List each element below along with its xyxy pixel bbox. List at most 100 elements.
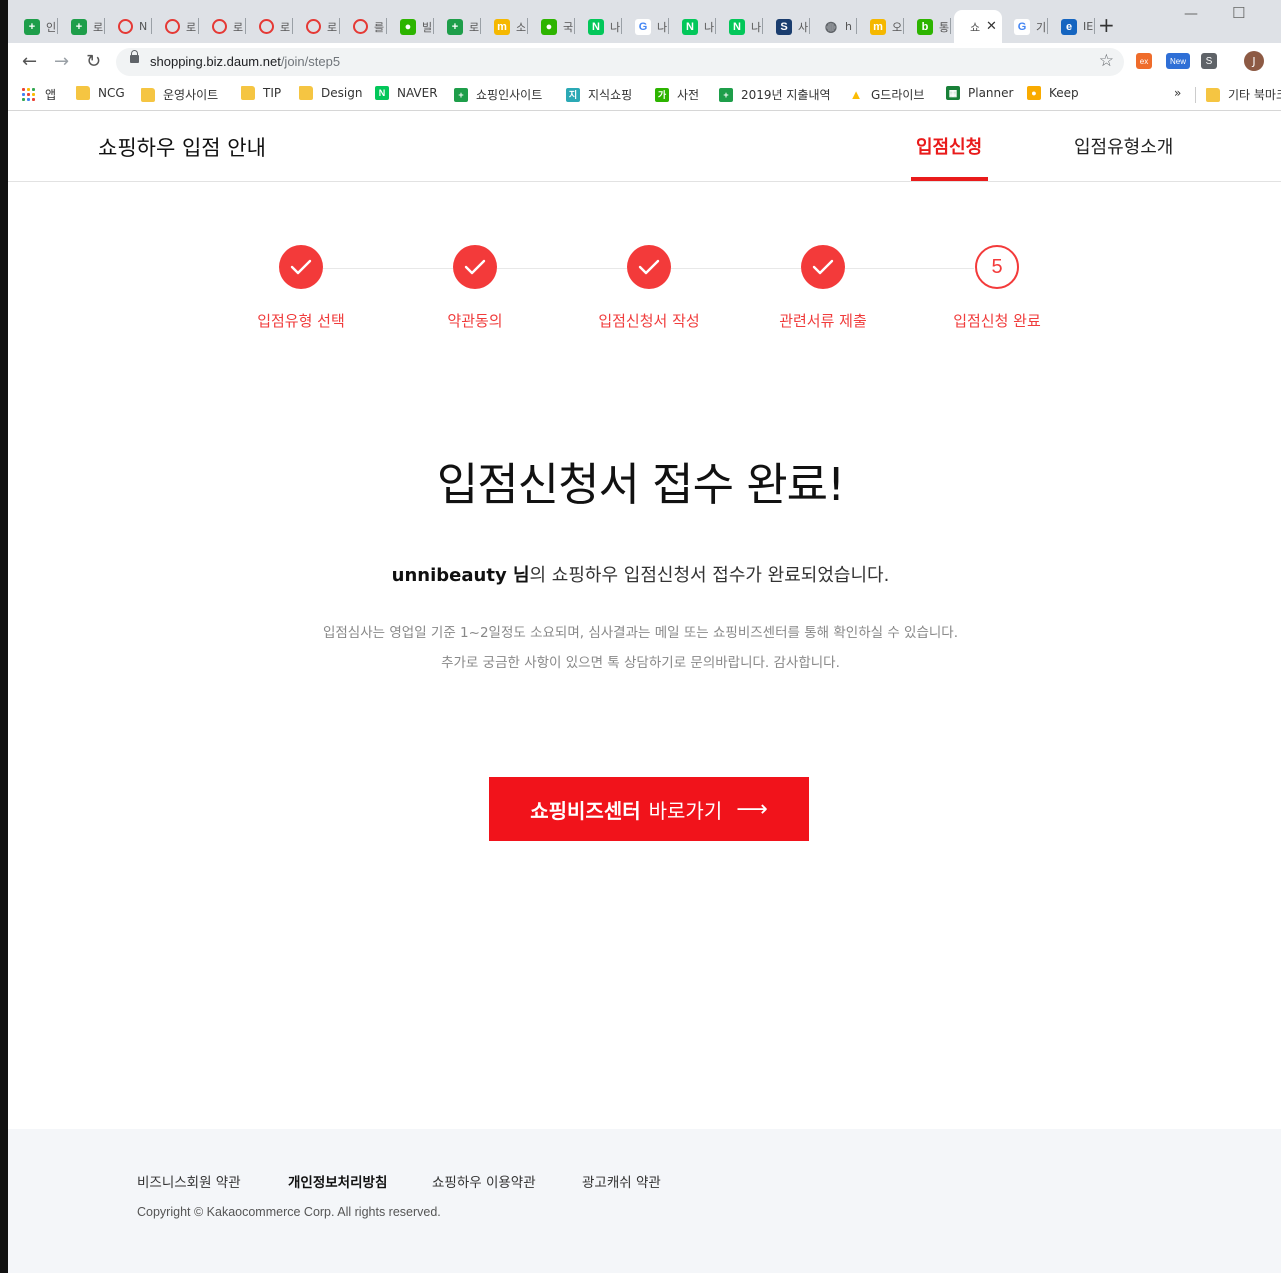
browser-toolbar: ← → ↻ shopping.biz.daum.net/join/step5 ☆…: [8, 43, 1281, 79]
browser-tab[interactable]: 로: [296, 10, 340, 43]
bookmark-item[interactable]: TIP: [241, 86, 281, 100]
shopping-biz-center-button[interactable]: 쇼핑비즈센터 바로가기 ⟶: [489, 777, 809, 841]
site-title[interactable]: 쇼핑하우 입점 안내: [98, 132, 266, 162]
bookmark-item[interactable]: 앱: [22, 86, 56, 103]
check-icon: [627, 245, 671, 289]
bookmark-item[interactable]: + 쇼핑인사이트: [454, 86, 542, 103]
browser-tab[interactable]: 를: [343, 10, 387, 43]
bookmark-item[interactable]: 지 지식쇼핑: [566, 86, 632, 103]
browser-tab[interactable]: N나: [672, 10, 716, 43]
bookmark-item[interactable]: ▦ Planner: [946, 86, 1013, 100]
step-label: 약관동의: [447, 312, 503, 330]
bookmarks-bar: 앱 NCG 운영사이트 TIP Design N NAVER + 쇼핑인사이트 지 지식쇼핑 가 사전 +…: [8, 79, 1281, 111]
browser-tab[interactable]: 로: [155, 10, 199, 43]
site-icon: ●: [1027, 86, 1041, 100]
tab-title: 국: [563, 20, 573, 34]
tab-separator: [198, 18, 199, 34]
minimize-button[interactable]: —: [1184, 6, 1198, 22]
tab-separator: [762, 18, 763, 34]
site-icon: +: [454, 87, 468, 102]
footer-link-shoppinghow-terms[interactable]: 쇼핑하우 이용약관: [432, 1171, 536, 1191]
bookmark-item[interactable]: 기타 북마크: [1206, 86, 1281, 103]
bookmark-label: 쇼핑인사이트: [476, 88, 543, 102]
red-circle-icon: [259, 19, 274, 34]
browser-tab[interactable]: S사: [766, 10, 810, 43]
browser-tab[interactable]: + 인: [14, 10, 58, 43]
browser-tab[interactable]: ● 국: [531, 10, 575, 43]
profile-avatar[interactable]: J: [1244, 51, 1264, 71]
tab-separator: [809, 18, 810, 34]
footer-link-adcash-terms[interactable]: 광고캐쉬 약관: [582, 1171, 661, 1191]
browser-tab-active[interactable]: 쇼 ✕: [954, 10, 1002, 43]
extension-ex-icon[interactable]: ex: [1136, 53, 1152, 69]
tab-title: 로: [186, 20, 196, 34]
nav-store-types[interactable]: 입점유형소개: [1074, 133, 1173, 159]
notice-line-2: 추가로 궁금한 사항이 있으면 톡 상담하기로 문의바랍니다. 감사합니다.: [441, 655, 840, 671]
extension-new-icon[interactable]: New: [1166, 53, 1190, 69]
bookmark-item[interactable]: ● Keep: [1027, 86, 1079, 100]
bookmarks-overflow-icon[interactable]: »: [1174, 86, 1181, 100]
arrow-right-icon: ⟶: [736, 796, 768, 822]
bookmark-item[interactable]: N NAVER: [375, 86, 438, 100]
browser-tab[interactable]: 로: [249, 10, 293, 43]
footer-link-business-terms[interactable]: 비즈니스회원 약관: [137, 1171, 241, 1191]
site-icon: 가: [655, 87, 669, 102]
browser-tab[interactable]: G나: [625, 10, 669, 43]
browser-tab[interactable]: e IE: [1051, 10, 1095, 43]
browser-tab[interactable]: b통: [907, 10, 951, 43]
browser-tab[interactable]: G기: [1004, 10, 1048, 43]
green-plus-icon: +: [71, 18, 87, 35]
browser-tab[interactable]: N나: [578, 10, 622, 43]
forward-button[interactable]: →: [54, 51, 69, 72]
bookmark-label: TIP: [263, 86, 282, 100]
close-tab-icon[interactable]: ✕: [986, 19, 997, 34]
new-tab-button[interactable]: +: [1098, 13, 1115, 37]
bookmark-item[interactable]: +2019년 지출내역: [719, 86, 831, 103]
tab-separator: [950, 18, 951, 34]
browser-tab[interactable]: N나: [719, 10, 763, 43]
completion-message: unnibeauty 님의 쇼핑하우 입점신청서 접수가 완료되었습니다.: [0, 561, 1281, 587]
bookmark-item[interactable]: 운영사이트: [141, 86, 218, 103]
bookmark-item[interactable]: ▲ G드라이브: [849, 86, 925, 103]
browser-tab[interactable]: ◍ h: [813, 10, 857, 43]
bookmark-item[interactable]: 가 사전: [655, 86, 699, 103]
step-label: 관련서류 제출: [779, 312, 867, 330]
footer-link-privacy-policy[interactable]: 개인정보처리방침: [288, 1171, 387, 1191]
extension-s-icon[interactable]: S: [1201, 53, 1217, 69]
address-bar[interactable]: shopping.biz.daum.net/join/step5 ☆: [116, 48, 1124, 76]
back-button[interactable]: ←: [22, 51, 37, 72]
browser-tab[interactable]: N: [108, 10, 152, 43]
step-label: 입점신청 완료: [953, 312, 1041, 330]
user-name: unnibeauty 님: [391, 565, 530, 586]
tab-title: 로: [469, 20, 479, 34]
google-icon: G: [1014, 18, 1030, 35]
bookmark-item[interactable]: Design: [299, 86, 362, 100]
tab-title: 소: [516, 20, 526, 34]
browser-tab[interactable]: m오: [860, 10, 904, 43]
browser-tab[interactable]: + 로: [61, 10, 105, 43]
tab-title: 쇼: [970, 20, 980, 34]
browser-tab[interactable]: 로: [202, 10, 246, 43]
browser-tab[interactable]: ● 빌: [390, 10, 434, 43]
bookmark-label: 2019년 지출내역: [741, 88, 831, 102]
bookmark-star-icon[interactable]: ☆: [1099, 51, 1114, 71]
browser-tab[interactable]: + 로: [437, 10, 481, 43]
apps-grid-icon: [22, 88, 35, 101]
browser-tab[interactable]: m소: [484, 10, 528, 43]
bookmark-label: NCG: [98, 86, 125, 100]
tab-separator: [480, 18, 481, 34]
reload-button[interactable]: ↻: [86, 51, 101, 72]
tab-title: 나: [704, 20, 714, 34]
url-host: shopping.biz.daum.net: [150, 54, 281, 69]
yellow-m-icon: m: [870, 18, 886, 35]
bookmark-label: Keep: [1049, 86, 1079, 100]
maximize-button[interactable]: ☐: [1232, 4, 1245, 22]
nav-apply[interactable]: 입점신청: [916, 133, 982, 159]
tab-separator: [1094, 18, 1095, 34]
tab-separator: [292, 18, 293, 34]
bookmark-label: 지식쇼핑: [588, 88, 633, 102]
tab-title: 를: [374, 20, 384, 34]
bookmark-item[interactable]: NCG: [76, 86, 125, 100]
green-talk-icon: ●: [400, 18, 416, 35]
naver-icon: N: [682, 18, 698, 35]
